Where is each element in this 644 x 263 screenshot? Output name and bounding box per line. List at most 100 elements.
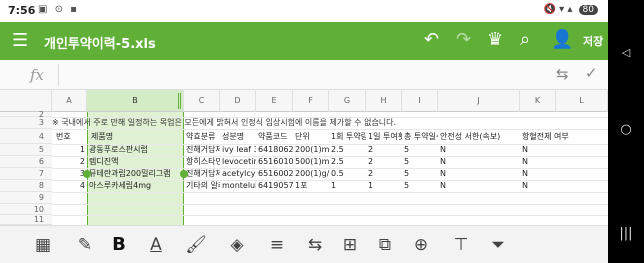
corner-cell[interactable] (0, 90, 52, 112)
insert-column-icon[interactable]: ⊕ (408, 232, 434, 258)
wrap-icon[interactable]: ⇆ (302, 232, 328, 258)
text-color-icon[interactable]: A (143, 232, 169, 258)
table-cell[interactable]: 진해거담제 (186, 168, 220, 180)
table-cell[interactable]: monteluka (222, 180, 256, 192)
bold-icon[interactable]: B (106, 232, 132, 258)
notice-cell[interactable]: ※ 국내에서 주로 만해 일정하는 목업은 모든에게 밝혀서 인정식 임상시험에… (52, 117, 608, 129)
search-icon[interactable]: ⌕ (520, 29, 530, 50)
table-cell[interactable]: 아스루카세립4mg (89, 180, 184, 192)
table-cell[interactable]: 항히스타민 (186, 156, 220, 168)
table-cell[interactable]: N (522, 168, 556, 180)
align-icon[interactable]: ≡ (264, 232, 290, 258)
row-header[interactable]: 5 (0, 144, 52, 156)
back-icon[interactable]: ◁ (608, 46, 644, 59)
filter-icon[interactable]: ⏷ (485, 232, 511, 258)
borders-icon[interactable]: ⊞ (337, 232, 363, 258)
header-cell[interactable]: 약품코드 (258, 131, 293, 143)
table-cell[interactable]: 641806241 (258, 144, 293, 156)
col-header-d[interactable]: D (220, 90, 256, 112)
table-cell[interactable]: 0.5 (331, 168, 366, 180)
row-header[interactable]: 11 (0, 215, 52, 225)
table-cell[interactable]: N (522, 180, 556, 192)
header-cell[interactable]: 제품명 (91, 131, 184, 143)
selection-handle-left[interactable] (83, 170, 91, 178)
table-cell[interactable]: 651601032 (258, 156, 293, 168)
row-header[interactable]: 6 (0, 156, 52, 168)
row-header[interactable]: 4 (0, 129, 52, 144)
table-cell[interactable]: 641905741 (258, 180, 293, 192)
insert-row-icon[interactable]: ⊤ (448, 232, 474, 258)
table-cell[interactable]: 5 (404, 168, 438, 180)
col-header-h[interactable]: H (366, 90, 402, 112)
row-header[interactable]: 9 (0, 192, 52, 204)
menu-icon[interactable]: ☰ (12, 30, 28, 51)
save-button[interactable]: 저장 (583, 33, 603, 49)
table-cell[interactable]: 2 (368, 168, 402, 180)
table-cell[interactable]: levocetirizi (222, 156, 256, 168)
table-cell[interactable]: N (440, 144, 520, 156)
col-header-g[interactable]: G (329, 90, 366, 112)
selection-handle-right[interactable] (180, 170, 188, 178)
table-cell[interactable]: 2.5 (331, 156, 366, 168)
table-cell[interactable]: 2 (368, 156, 402, 168)
row-header[interactable]: 7 (0, 168, 52, 180)
table-cell[interactable]: 200(1)g/봉 (295, 168, 329, 180)
col-header-i[interactable]: I (402, 90, 438, 112)
table-cell[interactable]: acetylcyste (222, 168, 256, 180)
add-user-icon[interactable]: 👤 (551, 29, 573, 50)
table-cell[interactable]: 1 (56, 144, 85, 156)
table-cell[interactable]: 3 (56, 168, 85, 180)
table-cell[interactable]: 2.5 (331, 144, 366, 156)
col-header-c[interactable]: C (184, 90, 220, 112)
spreadsheet-grid[interactable]: A B C D E F G H I J K L 2 3 4 5 6 7 8 9 … (0, 90, 608, 225)
recents-icon[interactable]: ||| (608, 226, 644, 241)
table-cell[interactable]: N (522, 144, 556, 156)
table-cell[interactable]: 5 (404, 156, 438, 168)
crown-icon[interactable]: ♛ (487, 29, 503, 50)
header-cell[interactable]: 1회 투약량 (331, 131, 366, 143)
table-cell[interactable]: 2 (56, 156, 85, 168)
clear-format-icon[interactable]: ✎ (72, 232, 98, 258)
table-cell[interactable]: 2 (368, 144, 402, 156)
wrap-text-icon[interactable]: ⇆ (556, 65, 569, 83)
col-header-k[interactable]: K (520, 90, 556, 112)
table-cell[interactable]: 1 (368, 180, 402, 192)
table-cell[interactable]: 1포 (295, 180, 329, 192)
table-cell[interactable]: N (440, 156, 520, 168)
header-cell[interactable]: 총 투약일수 (404, 131, 438, 143)
table-cell[interactable]: 200(1)mL/병 (295, 144, 329, 156)
formula-input[interactable] (58, 64, 536, 86)
col-header-f[interactable]: F (293, 90, 329, 112)
table-cell[interactable]: N (522, 156, 556, 168)
col-header-l[interactable]: L (556, 90, 608, 112)
undo-icon[interactable]: ↶ (424, 29, 439, 50)
column-resize-handle[interactable] (178, 93, 181, 109)
header-cell[interactable]: 성분명 (222, 131, 256, 143)
table-cell[interactable]: 5 (404, 180, 438, 192)
merge-cells-icon[interactable]: ⧉ (372, 232, 398, 258)
table-cell[interactable]: 5 (404, 144, 438, 156)
home-icon[interactable]: ○ (608, 122, 644, 137)
cell-format-icon[interactable]: ▦ (30, 232, 56, 258)
table-cell[interactable]: 651600235 (258, 168, 293, 180)
row-header[interactable]: 8 (0, 180, 52, 192)
header-cell[interactable]: 항혈전제 여부 (522, 131, 608, 143)
redo-icon[interactable]: ↷ (456, 29, 471, 50)
table-cell[interactable]: ivy leaf 30 (222, 144, 256, 156)
header-cell[interactable]: 1일 투여횟수 (368, 131, 402, 143)
table-cell[interactable]: 뮤테란과립200밀리그램 (89, 168, 184, 180)
row-header[interactable]: 3 (0, 117, 52, 129)
confirm-check-icon[interactable]: ✓ (585, 64, 598, 82)
table-cell[interactable]: N (440, 180, 520, 192)
header-cell[interactable]: 안전성 서한(속보) (440, 131, 520, 143)
format-painter-icon[interactable]: 🖌 (183, 232, 209, 258)
col-header-j[interactable]: J (438, 90, 520, 112)
header-cell[interactable]: 단위 (295, 131, 329, 143)
col-header-a[interactable]: A (52, 90, 87, 112)
table-cell[interactable]: 광동푸로스판시럽 (89, 144, 184, 156)
col-header-b[interactable]: B (87, 90, 184, 112)
table-cell[interactable]: N (440, 168, 520, 180)
col-header-e[interactable]: E (256, 90, 293, 112)
table-cell[interactable]: 1 (331, 180, 366, 192)
fill-color-icon[interactable]: ◈ (224, 232, 250, 258)
